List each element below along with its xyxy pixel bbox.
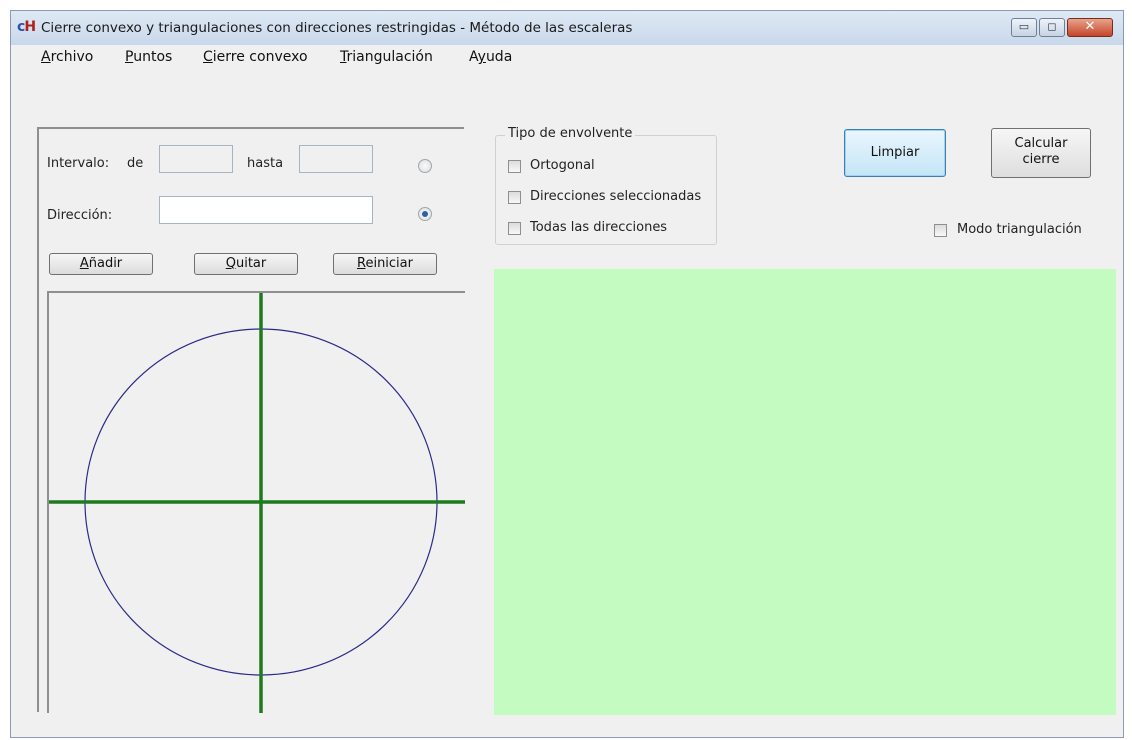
- envelope-group-title: Tipo de envolvente: [505, 126, 636, 141]
- label-direcciones-seleccionadas: Direcciones seleccionadas: [530, 189, 702, 204]
- menu-puntos[interactable]: Puntos: [125, 49, 172, 65]
- label-todas-las-direcciones: Todas las direcciones: [530, 220, 668, 235]
- interval-radio[interactable]: [418, 159, 432, 173]
- menu-triangulacion[interactable]: Triangulación: [340, 49, 433, 65]
- close-button[interactable]: ✕: [1067, 18, 1113, 37]
- interval-from-label: de: [127, 156, 144, 171]
- interval-label: Intervalo:: [47, 156, 110, 171]
- checkbox-triangulation-mode[interactable]: [934, 224, 947, 237]
- interval-from-input[interactable]: [159, 145, 233, 173]
- add-button[interactable]: Añadir: [49, 253, 153, 275]
- menu-ayuda[interactable]: Ayuda: [469, 49, 512, 65]
- direction-label: Dirección:: [47, 208, 113, 223]
- direction-input[interactable]: [159, 196, 373, 224]
- app-icon: cH: [17, 19, 36, 35]
- close-icon: ✕: [1084, 19, 1096, 34]
- checkbox-ortogonal[interactable]: [508, 160, 521, 173]
- minimize-icon: ▭: [1018, 20, 1030, 33]
- maximize-button[interactable]: ◻: [1039, 18, 1065, 37]
- label-ortogonal: Ortogonal: [530, 158, 595, 173]
- clear-button[interactable]: Limpiar: [844, 129, 946, 177]
- direction-canvas[interactable]: [47, 291, 465, 713]
- reset-button[interactable]: Reiniciar: [333, 253, 437, 275]
- checkbox-todas-las-direcciones[interactable]: [508, 222, 521, 235]
- remove-button[interactable]: Quitar: [194, 253, 298, 275]
- direction-radio[interactable]: [418, 207, 432, 221]
- minimize-button[interactable]: ▭: [1011, 18, 1037, 37]
- maximize-icon: ◻: [1047, 20, 1057, 33]
- calculate-hull-button[interactable]: Calcular cierre: [991, 128, 1091, 178]
- label-triangulation-mode: Modo triangulación: [957, 222, 1082, 237]
- drawing-canvas[interactable]: [494, 269, 1116, 715]
- direction-circle-drawing: [49, 293, 465, 713]
- title-bar: cH Cierre convexo y triangulaciones con …: [11, 11, 1123, 45]
- menu-bar: Archivo Puntos Cierre convexo Triangulac…: [11, 45, 1123, 67]
- envelope-type-group: Tipo de envolvente Ortogonal Direcciones…: [495, 126, 717, 245]
- menu-archivo[interactable]: Archivo: [41, 49, 93, 65]
- checkbox-direcciones-seleccionadas[interactable]: [508, 191, 521, 204]
- menu-cierre-convexo[interactable]: Cierre convexo: [203, 49, 308, 65]
- window-title: Cierre convexo y triangulaciones con dir…: [41, 20, 633, 36]
- main-window: cH Cierre convexo y triangulaciones con …: [10, 10, 1124, 738]
- interval-to-input[interactable]: [299, 145, 373, 173]
- interval-to-label: hasta: [247, 156, 284, 171]
